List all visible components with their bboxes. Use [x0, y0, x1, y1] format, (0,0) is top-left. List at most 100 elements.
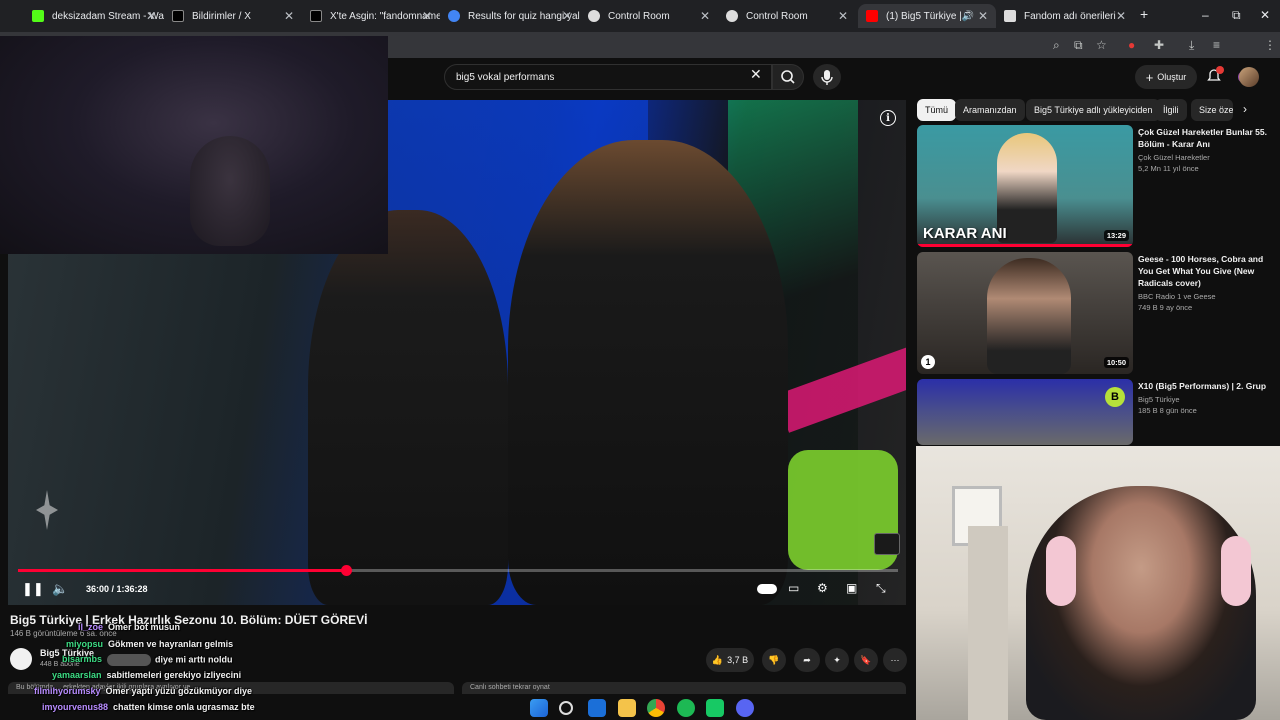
- close-tab-icon[interactable]: ✕: [978, 9, 988, 23]
- browser-tab-active[interactable]: (1) Big5 Türkiye | Erk 🔊 ✕: [858, 4, 996, 28]
- doc-favicon-icon: [1004, 10, 1016, 22]
- chat-message: filmihyorumsky Ömer yaptı yüzü gözükmüyor…: [34, 686, 252, 696]
- close-window-button[interactable]: ✕: [1260, 8, 1270, 22]
- settings-gear-icon[interactable]: ⚙: [817, 581, 828, 595]
- close-tab-icon[interactable]: ✕: [700, 9, 710, 23]
- miniplayer-icon[interactable]: ▣: [846, 581, 857, 595]
- more-actions-button[interactable]: ⋯: [883, 648, 907, 672]
- chat-message: miyopsu Gökmen ve hayranları gelmis: [66, 639, 233, 649]
- recommended-channel[interactable]: Big5 Türkiye: [1138, 394, 1270, 405]
- speaker-icon[interactable]: 🔊: [962, 11, 974, 22]
- close-tab-icon[interactable]: ✕: [1116, 9, 1126, 23]
- chat-username: imyourvenus88: [42, 702, 109, 712]
- chip-from-search[interactable]: Aramanızdan: [955, 99, 1025, 121]
- recommended-channel[interactable]: Çok Güzel Hareketler: [1138, 152, 1270, 163]
- recommended-video-title[interactable]: X10 (Big5 Performans) | 2. Grup: [1138, 380, 1270, 392]
- progress-bar[interactable]: [18, 565, 898, 576]
- chevron-right-icon[interactable]: ›: [1243, 102, 1247, 116]
- chip-all[interactable]: Tümü: [917, 99, 957, 121]
- search-button[interactable]: [772, 64, 804, 90]
- live-chat-replay[interactable]: Canlı sohbeti tekrar oynat: [462, 682, 906, 694]
- channel-watermark-icon[interactable]: [874, 533, 900, 555]
- close-tab-icon[interactable]: ✕: [562, 9, 572, 23]
- x-favicon-icon: [310, 10, 322, 22]
- create-button[interactable]: + Oluştur: [1135, 65, 1197, 89]
- search-input[interactable]: big5 vokal performans: [444, 64, 772, 90]
- dislike-button[interactable]: 👎: [762, 648, 786, 672]
- video-person: [508, 140, 788, 605]
- chip-from-uploader[interactable]: Big5 Türkiye adlı yükleyiciden: [1026, 99, 1161, 121]
- share-icon: ➦: [803, 654, 811, 665]
- video-title: Big5 Türkiye | Erkek Hazırlık Sezonu 10.…: [10, 613, 368, 627]
- chip-for-you[interactable]: Size öze: [1191, 99, 1233, 121]
- close-tab-icon[interactable]: ✕: [146, 9, 156, 23]
- streamer-webcam-top: [0, 36, 388, 254]
- close-tab-icon[interactable]: ✕: [422, 9, 432, 23]
- minimize-button[interactable]: –: [1202, 8, 1209, 22]
- subtitles-icon[interactable]: ▭: [788, 581, 799, 595]
- discord-icon[interactable]: [736, 699, 754, 717]
- tab-title: Control Room: [746, 10, 808, 22]
- new-tab-button[interactable]: +: [1140, 6, 1148, 22]
- chat-username: bisarmbs: [62, 654, 103, 665]
- chat-message: il_zoe Ömer bot musun: [78, 622, 180, 632]
- recommended-meta: 749 B 9 ay önce: [1138, 303, 1193, 312]
- file-explorer-icon[interactable]: [618, 699, 636, 717]
- zoom-icon[interactable]: ⌕: [1053, 38, 1060, 53]
- recommended-channel[interactable]: BBC Radio 1 ve Geese: [1138, 291, 1270, 302]
- maximize-button[interactable]: ⧉: [1232, 8, 1241, 23]
- autoplay-toggle[interactable]: [757, 584, 777, 594]
- chip-related[interactable]: İlgili: [1155, 99, 1187, 121]
- close-tab-icon[interactable]: ✕: [838, 9, 848, 23]
- thumbs-up-icon: 👍: [711, 654, 724, 665]
- info-icon[interactable]: i: [880, 110, 896, 126]
- download-icon[interactable]: ⤓: [1189, 38, 1194, 53]
- like-button[interactable]: 👍 3,7 B: [706, 648, 754, 672]
- video-thumbnail[interactable]: B: [917, 379, 1133, 445]
- browser-tab[interactable]: Results for quiz hangi yal ✕: [440, 4, 580, 28]
- app-icon[interactable]: [706, 699, 724, 717]
- search-icon[interactable]: [559, 701, 573, 715]
- chat-username: filmihyorumsky: [34, 686, 101, 696]
- volume-icon[interactable]: 🔈: [52, 581, 68, 597]
- fullscreen-icon[interactable]: ⤡: [876, 581, 886, 596]
- microphone-icon: [821, 70, 833, 85]
- extension-icon[interactable]: ●: [1128, 38, 1135, 52]
- search-icon: [781, 70, 795, 84]
- chat-text: diye mi arttı noldu: [155, 654, 233, 665]
- video-thumbnail[interactable]: KARAR ANI 13:29: [917, 125, 1133, 247]
- thumbnail-person: [987, 258, 1071, 374]
- browser-tab[interactable]: Control Room ✕: [580, 4, 718, 28]
- spotify-icon[interactable]: [677, 699, 695, 717]
- browser-tab[interactable]: deksizadam Stream - Wa ✕: [24, 4, 164, 28]
- share-button[interactable]: ➦: [794, 648, 820, 672]
- channel-avatar[interactable]: [10, 648, 32, 670]
- close-tab-icon[interactable]: ✕: [284, 9, 294, 23]
- extensions-puzzle-icon[interactable]: ✚: [1154, 38, 1164, 52]
- headphones-icon: [1046, 536, 1076, 606]
- chat-text: Gökmen ve hayranları gelmis: [108, 639, 234, 649]
- browser-tab[interactable]: Control Room ✕: [718, 4, 856, 28]
- video-thumbnail[interactable]: 1 10:50: [917, 252, 1133, 374]
- menu-icon[interactable]: ⋮: [1264, 38, 1276, 52]
- more-dots-icon: ⋯: [890, 654, 900, 665]
- pause-icon[interactable]: ❚❚: [22, 581, 44, 597]
- chrome-icon[interactable]: [647, 699, 665, 717]
- browser-tab[interactable]: Fandom adı önerileri ✕: [996, 4, 1134, 28]
- voice-search-button[interactable]: [813, 64, 841, 90]
- recommended-video-title[interactable]: Geese - 100 Horses, Cobra and You Get Wh…: [1138, 253, 1270, 289]
- bookmark-star-icon[interactable]: ☆: [1096, 38, 1107, 52]
- clear-search-icon[interactable]: ✕: [750, 66, 762, 83]
- control-room-favicon-icon: [588, 10, 600, 22]
- avatar[interactable]: [1239, 67, 1259, 87]
- browser-tab[interactable]: Bildirimler / X ✕: [164, 4, 302, 28]
- media-control-icon[interactable]: ≡: [1213, 38, 1220, 52]
- save-button[interactable]: 🔖: [854, 648, 878, 672]
- tab-title: Control Room: [608, 10, 670, 22]
- steam-icon[interactable]: [588, 699, 606, 717]
- recommended-video-title[interactable]: Çok Güzel Hareketler Bunlar 55. Bölüm - …: [1138, 126, 1270, 150]
- browser-tab[interactable]: X'te Asgin: "fandomname ✕: [302, 4, 440, 28]
- windows-start-icon[interactable]: [530, 699, 548, 717]
- cast-icon[interactable]: ⧉: [1074, 38, 1083, 53]
- ask-ai-button[interactable]: ✦: [825, 648, 849, 672]
